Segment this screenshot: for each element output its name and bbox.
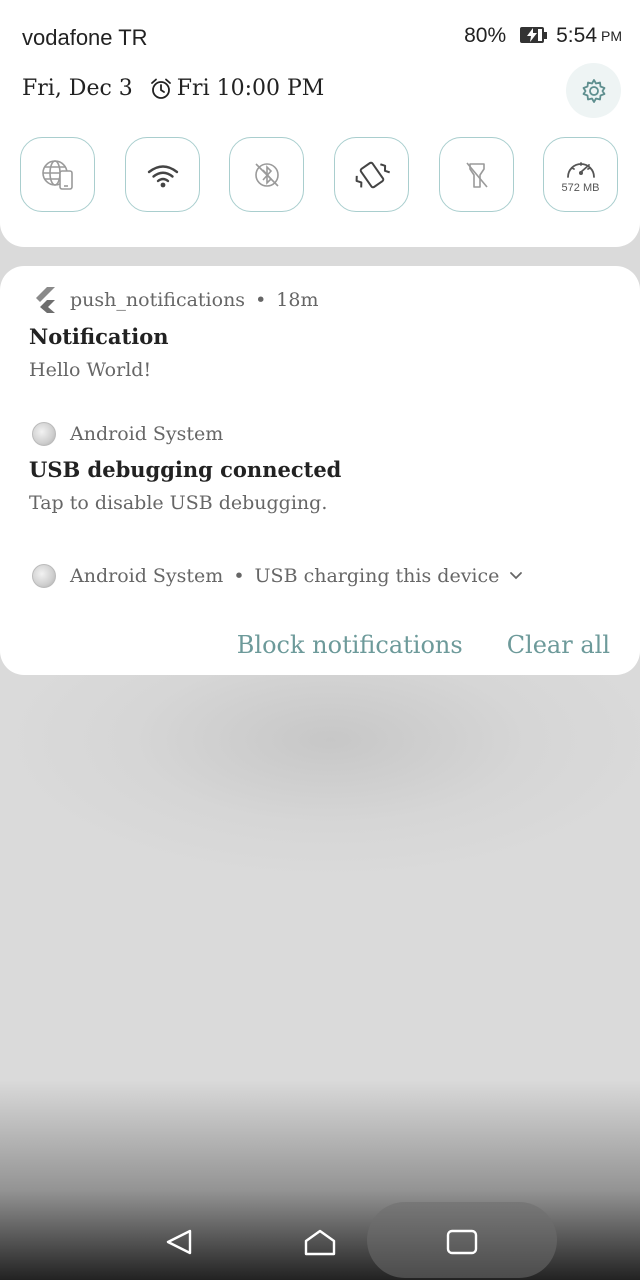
notification-title[interactable]: Notification [29, 324, 169, 349]
tile-data-usage[interactable]: 572 MB [543, 137, 618, 212]
flutter-app-icon [30, 286, 58, 314]
chevron-down-icon[interactable] [509, 571, 523, 581]
notification-header[interactable]: Android System [30, 420, 223, 448]
battery-charging-icon [520, 27, 548, 45]
flashlight-off-icon [465, 161, 488, 188]
home-button[interactable] [300, 1222, 340, 1262]
bluetooth-off-icon [254, 162, 279, 187]
notification-header[interactable]: Android System • USB charging this devic… [30, 562, 523, 590]
navigation-bar [0, 1200, 640, 1280]
notification-app-name: push_notifications [70, 289, 246, 311]
settings-button[interactable] [566, 63, 621, 118]
tile-wifi[interactable] [125, 137, 200, 212]
separator-dot: • [255, 289, 267, 311]
home-icon [304, 1229, 336, 1256]
tile-mobile-data[interactable] [20, 137, 95, 212]
notification-title[interactable]: USB debugging connected [29, 457, 341, 482]
vibrate-icon [355, 161, 390, 188]
alarm-clock-icon [150, 78, 171, 99]
tile-bluetooth[interactable] [229, 137, 304, 212]
android-system-icon [30, 562, 58, 590]
status-indicators: 80% 5:54 PM [464, 24, 622, 48]
gear-icon [582, 78, 605, 103]
notification-header[interactable]: push_notifications • 18m [30, 286, 318, 314]
recents-square-icon [446, 1229, 478, 1255]
date-alarm-row: Fri, Dec 3 Fri 10:00 PM [22, 76, 324, 101]
tile-flashlight[interactable] [439, 137, 514, 212]
data-usage-icon [566, 161, 595, 178]
alarm-label: Fri 10:00 PM [176, 76, 325, 101]
notification-text[interactable]: Hello World! [29, 359, 151, 381]
clock-ampm: PM [601, 28, 622, 44]
android-system-icon [30, 420, 58, 448]
date-label[interactable]: Fri, Dec 3 [22, 76, 133, 101]
notification-app-name: Android System [70, 423, 224, 445]
notification-time: 18m [276, 289, 319, 311]
separator-dot: • [233, 565, 245, 587]
clear-all-button[interactable]: Clear all [507, 631, 610, 659]
data-usage-label: 572 MB [561, 181, 600, 194]
next-alarm[interactable]: Fri 10:00 PM [149, 76, 325, 101]
back-button[interactable] [159, 1222, 199, 1262]
notification-app-name: Android System [70, 565, 224, 587]
notification-summary: USB charging this device [254, 565, 500, 587]
quick-tiles-row: 572 MB [20, 137, 622, 214]
back-triangle-icon [166, 1229, 192, 1255]
recents-button[interactable] [442, 1222, 482, 1262]
tile-vibrate[interactable] [334, 137, 409, 212]
status-bar: vodafone TR 80% 5:54 PM [0, 0, 640, 72]
block-notifications-button[interactable]: Block notifications [237, 631, 463, 659]
notification-actions: Block notifications Clear all [237, 631, 610, 659]
clock-time: 5:54 [556, 24, 597, 47]
carrier-name: vodafone TR [22, 25, 148, 50]
battery-percent: 80% [464, 24, 507, 47]
mobile-data-icon [41, 159, 73, 190]
wifi-icon [147, 164, 178, 187]
quick-settings-panel: vodafone TR 80% 5:54 PM Fri, Dec 3 Fri 1… [0, 0, 640, 247]
notification-text[interactable]: Tap to disable USB debugging. [29, 492, 327, 514]
